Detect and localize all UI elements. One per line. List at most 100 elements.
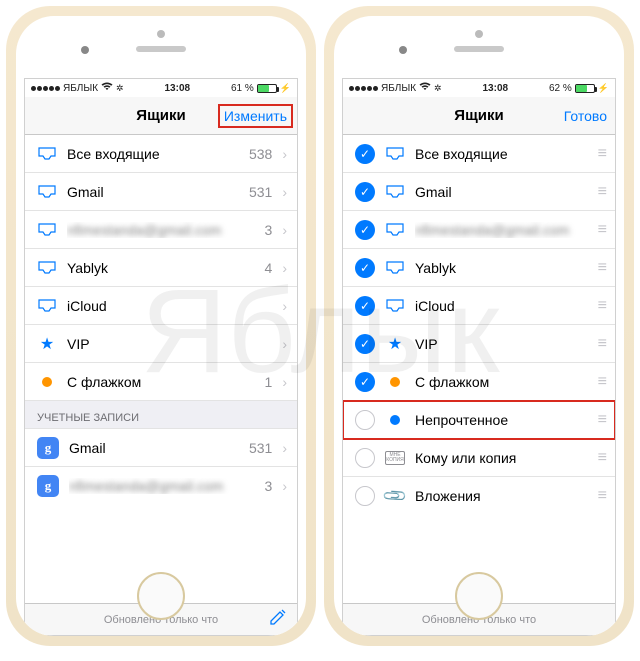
clock: 13:08 <box>164 83 190 94</box>
nav-title: Ящики <box>454 107 503 124</box>
edit-row-icloud[interactable]: ✓ iCloud ≡ <box>343 287 615 325</box>
account-count: 531 <box>249 440 272 456</box>
carrier-label: ЯБЛЫК <box>381 83 416 94</box>
inbox-icon <box>37 185 57 199</box>
edit-row-gmail[interactable]: ✓ Gmail ≡ <box>343 173 615 211</box>
edit-row-flagged[interactable]: ✓ С флажком ≡ <box>343 363 615 401</box>
mailbox-row-flagged[interactable]: С флажком 1 › <box>25 363 297 401</box>
chevron-right-icon: › <box>282 222 287 238</box>
battery-percent: 62 % <box>549 83 572 94</box>
edit-row-attachments[interactable]: 📎 Вложения ≡ <box>343 477 615 515</box>
reorder-handle-icon[interactable]: ≡ <box>598 373 605 391</box>
checkbox-icon[interactable] <box>355 410 375 430</box>
reorder-handle-icon[interactable]: ≡ <box>598 411 605 429</box>
mailbox-row-account[interactable]: nfimestanda@gmail.com 3 › <box>25 211 297 249</box>
chevron-right-icon: › <box>282 146 287 162</box>
reorder-handle-icon[interactable]: ≡ <box>598 449 605 467</box>
flag-icon <box>385 377 405 387</box>
signal-dots-icon <box>349 86 378 91</box>
chevron-right-icon: › <box>282 374 287 390</box>
checkbox-icon[interactable]: ✓ <box>355 258 375 278</box>
reorder-handle-icon[interactable]: ≡ <box>598 259 605 277</box>
mailbox-list[interactable]: Все входящие 538 › Gmail 531 › nfimestan… <box>25 135 297 603</box>
paperclip-icon: 📎 <box>385 486 405 506</box>
mailbox-count: 3 <box>265 222 273 238</box>
star-icon: ★ <box>385 334 405 354</box>
edit-row-account[interactable]: ✓ nfimestanda@gmail.com ≡ <box>343 211 615 249</box>
mailbox-count: 531 <box>249 184 272 200</box>
activity-icon: ✲ <box>116 83 124 94</box>
home-button[interactable] <box>455 572 503 620</box>
inbox-icon <box>37 147 57 161</box>
wifi-icon <box>419 82 431 94</box>
inbox-icon <box>37 223 57 237</box>
mailbox-label: Gmail <box>67 184 239 200</box>
mailbox-row-vip[interactable]: ★ VIP › <box>25 325 297 363</box>
mailbox-label: iCloud <box>415 298 588 314</box>
nav-bar: Ящики Изменить <box>25 97 297 135</box>
mailbox-row-gmail[interactable]: Gmail 531 › <box>25 173 297 211</box>
phone-top-hardware <box>16 16 306 78</box>
compose-button[interactable] <box>269 608 287 631</box>
mailbox-row-all-inboxes[interactable]: Все входящие 538 › <box>25 135 297 173</box>
inbox-icon <box>37 261 57 275</box>
checkbox-icon[interactable]: ✓ <box>355 144 375 164</box>
checkbox-icon[interactable] <box>355 486 375 506</box>
inbox-icon <box>385 185 405 199</box>
mailbox-row-yablyk[interactable]: Yablyk 4 › <box>25 249 297 287</box>
edit-row-unread[interactable]: Непрочтенное ≡ <box>343 401 615 439</box>
nav-bar: Ящики Готово <box>343 97 615 135</box>
reorder-handle-icon[interactable]: ≡ <box>598 487 605 505</box>
to-cc-icon: МНЕКОПИЯ <box>385 451 405 465</box>
edit-row-yablyk[interactable]: ✓ Yablyk ≡ <box>343 249 615 287</box>
mailbox-row-icloud[interactable]: iCloud › <box>25 287 297 325</box>
charging-icon: ⚡ <box>598 83 609 94</box>
phone-left: ЯБЛЫК ✲ 13:08 61 % ⚡ Ящики <box>6 6 316 646</box>
mailbox-count: 538 <box>249 146 272 162</box>
done-button[interactable]: Готово <box>504 108 607 124</box>
mailbox-count: 1 <box>265 374 273 390</box>
battery-icon <box>575 84 595 93</box>
reorder-handle-icon[interactable]: ≡ <box>598 335 605 353</box>
checkbox-icon[interactable]: ✓ <box>355 220 375 240</box>
clock: 13:08 <box>482 83 508 94</box>
mailbox-label: VIP <box>415 336 588 352</box>
edit-button[interactable]: Изменить <box>186 108 289 124</box>
mailbox-label: Непрочтенное <box>415 412 588 428</box>
reorder-handle-icon[interactable]: ≡ <box>598 145 605 163</box>
checkbox-icon[interactable]: ✓ <box>355 182 375 202</box>
mailbox-label: Все входящие <box>67 146 239 162</box>
mailbox-label: Кому или копия <box>415 450 588 466</box>
google-icon: g <box>37 475 59 497</box>
checkbox-icon[interactable]: ✓ <box>355 296 375 316</box>
reorder-handle-icon[interactable]: ≡ <box>598 297 605 315</box>
mailbox-edit-list[interactable]: ✓ Все входящие ≡ ✓ Gmail ≡ ✓ nfim <box>343 135 615 603</box>
inbox-icon <box>385 147 405 161</box>
chevron-right-icon: › <box>282 440 287 456</box>
unread-dot-icon <box>385 415 405 425</box>
chevron-right-icon: › <box>282 260 287 276</box>
account-row-other[interactable]: g nfimestanda@gmail.com 3 › <box>25 467 297 505</box>
flag-icon <box>37 377 57 387</box>
account-label: nfimestanda@gmail.com <box>69 478 255 494</box>
home-button[interactable] <box>137 572 185 620</box>
reorder-handle-icon[interactable]: ≡ <box>598 183 605 201</box>
star-icon: ★ <box>37 334 57 354</box>
checkbox-icon[interactable] <box>355 448 375 468</box>
checkbox-icon[interactable]: ✓ <box>355 334 375 354</box>
mailbox-label: VIP <box>67 336 272 352</box>
activity-icon: ✲ <box>434 83 442 94</box>
mailbox-label: Все входящие <box>415 146 588 162</box>
edit-row-all-inboxes[interactable]: ✓ Все входящие ≡ <box>343 135 615 173</box>
account-row-gmail[interactable]: g Gmail 531 › <box>25 429 297 467</box>
reorder-handle-icon[interactable]: ≡ <box>598 221 605 239</box>
battery-percent: 61 % <box>231 83 254 94</box>
mailbox-label: Вложения <box>415 488 588 504</box>
edit-row-vip[interactable]: ✓ ★ VIP ≡ <box>343 325 615 363</box>
account-label: Gmail <box>69 440 239 456</box>
battery-icon <box>257 84 277 93</box>
checkbox-icon[interactable]: ✓ <box>355 372 375 392</box>
edit-row-to-cc[interactable]: МНЕКОПИЯ Кому или копия ≡ <box>343 439 615 477</box>
mailbox-label: nfimestanda@gmail.com <box>415 222 588 238</box>
inbox-icon <box>385 223 405 237</box>
